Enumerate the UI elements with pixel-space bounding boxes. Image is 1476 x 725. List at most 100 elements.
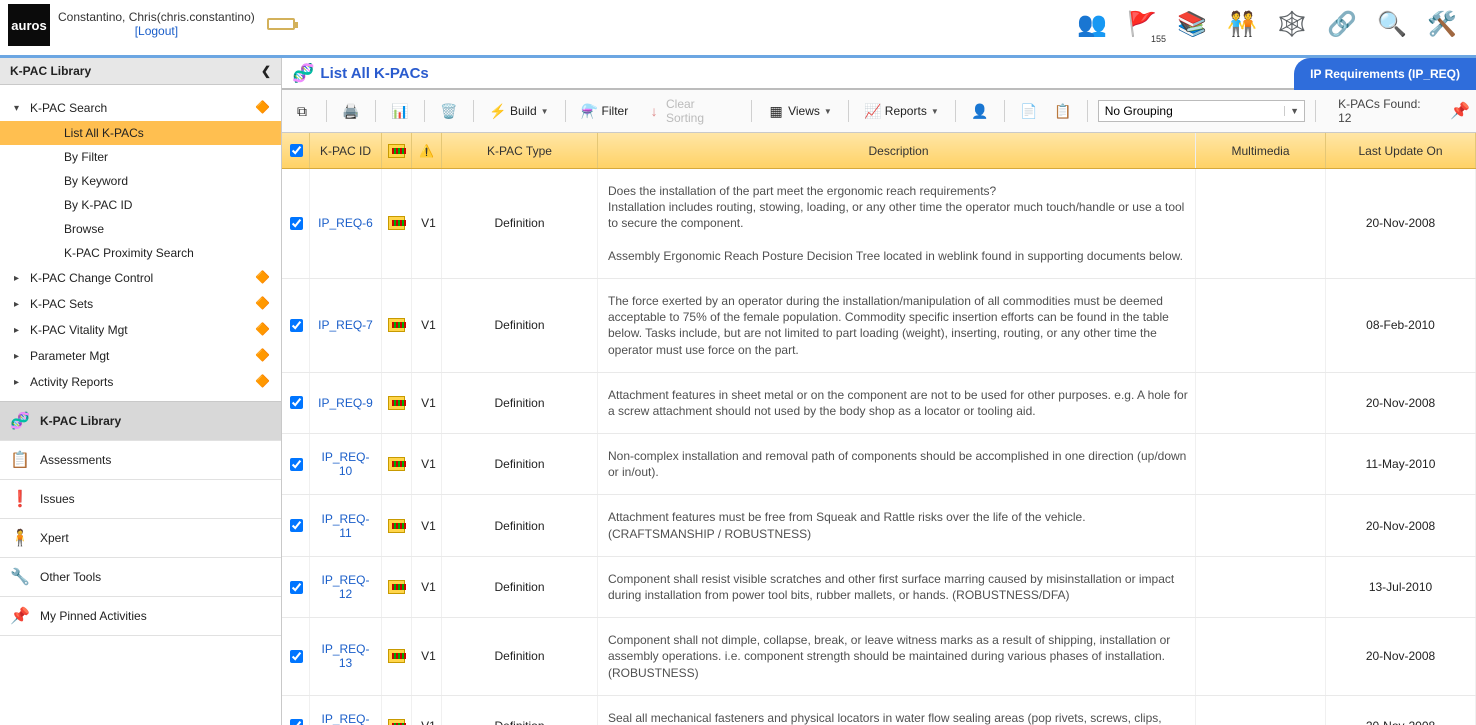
- tree-subitem[interactable]: By K-PAC ID: [0, 193, 281, 217]
- header-kpac-id[interactable]: K-PAC ID: [310, 133, 382, 168]
- row-checkbox[interactable]: [290, 458, 303, 471]
- person-button[interactable]: 👤: [966, 100, 994, 122]
- build-dropdown[interactable]: ⚡Build▼: [484, 100, 555, 122]
- kpac-id-link[interactable]: IP_REQ-7: [318, 318, 373, 332]
- module-item[interactable]: 📌My Pinned Activities: [0, 597, 281, 636]
- tree-item[interactable]: ▸K-PAC Vitality Mgt🔶: [0, 317, 281, 343]
- people-icon[interactable]: 👥: [1076, 8, 1108, 40]
- header-kpac-type[interactable]: K-PAC Type: [442, 133, 598, 168]
- kpac-id-link[interactable]: IP_REQ-11: [316, 512, 375, 540]
- tree-item[interactable]: ▸Parameter Mgt🔶: [0, 343, 281, 369]
- select-all-checkbox[interactable]: [290, 144, 303, 157]
- header-alert-icon[interactable]: ⚠️: [412, 133, 442, 168]
- delete-button[interactable]: 🗑️: [435, 100, 463, 122]
- filter-button[interactable]: ⚗️Filter: [576, 100, 635, 122]
- table-row[interactable]: IP_REQ-12 V1 Definition Component shall …: [282, 557, 1476, 618]
- table-row[interactable]: IP_REQ-10 V1 Definition Non-complex inst…: [282, 434, 1476, 495]
- share-icon[interactable]: 🔗: [1326, 8, 1358, 40]
- tree-subitem[interactable]: K-PAC Proximity Search: [0, 241, 281, 265]
- copy-button[interactable]: 📄: [1015, 100, 1043, 122]
- flag-icon[interactable]: 🚩155: [1126, 8, 1158, 40]
- row-checkbox-cell[interactable]: [282, 434, 310, 494]
- tree-subitem-label: Browse: [64, 222, 271, 236]
- tree-subitem[interactable]: By Filter: [0, 145, 281, 169]
- row-checkbox-cell[interactable]: [282, 373, 310, 433]
- grouping-caret-icon[interactable]: ▼: [1284, 106, 1304, 116]
- library-icon[interactable]: 📚: [1176, 8, 1208, 40]
- row-checkbox-cell[interactable]: [282, 618, 310, 695]
- globe-people-icon[interactable]: 🧑‍🤝‍🧑: [1226, 8, 1258, 40]
- module-item[interactable]: 🧬K-PAC Library: [0, 402, 281, 441]
- module-item[interactable]: 🧍Xpert: [0, 519, 281, 558]
- module-item[interactable]: ❗Issues: [0, 480, 281, 519]
- header-multimedia[interactable]: Multimedia: [1196, 133, 1326, 168]
- row-checkbox[interactable]: [290, 217, 303, 230]
- row-checkbox[interactable]: [290, 581, 303, 594]
- row-checkbox-cell[interactable]: [282, 495, 310, 555]
- reports-dropdown[interactable]: 📈Reports▼: [859, 100, 945, 122]
- grouping-value[interactable]: [1099, 104, 1284, 118]
- module-icon: ❗: [10, 489, 30, 509]
- header-description[interactable]: Description: [598, 133, 1196, 168]
- module-item[interactable]: 📋Assessments: [0, 441, 281, 480]
- views-dropdown[interactable]: ▦Views▼: [762, 100, 838, 122]
- row-checkbox[interactable]: [290, 319, 303, 332]
- row-checkbox-cell[interactable]: [282, 696, 310, 725]
- tree-subitem[interactable]: List All K-PACs: [0, 121, 281, 145]
- kpac-id-link[interactable]: IP_REQ-14: [316, 712, 375, 725]
- grouping-select[interactable]: ▼: [1098, 100, 1305, 122]
- row-checkbox-cell[interactable]: [282, 169, 310, 278]
- tools-icon[interactable]: 🛠️: [1426, 8, 1458, 40]
- tree-subitem[interactable]: By Keyword: [0, 169, 281, 193]
- tree-expander-icon[interactable]: ▸: [14, 377, 24, 388]
- table-row[interactable]: IP_REQ-13 V1 Definition Component shall …: [282, 618, 1476, 696]
- row-date-cell: 20-Nov-2008: [1326, 169, 1476, 278]
- tree-expander-icon[interactable]: ▸: [14, 299, 24, 310]
- export-excel-button[interactable]: 📊: [386, 100, 414, 122]
- pin-view-icon[interactable]: 📌: [1450, 101, 1470, 121]
- tree-expander-icon[interactable]: ▸: [14, 351, 24, 362]
- header-last-update[interactable]: Last Update On: [1326, 133, 1476, 168]
- header-vitality-icon[interactable]: [382, 133, 412, 168]
- description-text: Does the installation of the part meet t…: [608, 177, 1189, 270]
- header-checkbox-col[interactable]: [282, 133, 310, 168]
- table-row[interactable]: IP_REQ-6 V1 Definition Does the installa…: [282, 169, 1476, 279]
- kpac-id-link[interactable]: IP_REQ-12: [316, 573, 375, 601]
- table-row[interactable]: IP_REQ-14 V1 Definition Seal all mechani…: [282, 696, 1476, 725]
- tree-expander-icon[interactable]: ▸: [14, 325, 24, 336]
- tree-item[interactable]: ▾K-PAC Search🔶: [0, 95, 281, 121]
- row-description-cell: Non-complex installation and removal pat…: [598, 434, 1196, 494]
- tree-item[interactable]: ▸K-PAC Change Control🔶: [0, 265, 281, 291]
- row-checkbox[interactable]: [290, 719, 303, 725]
- collapse-sidebar-icon[interactable]: ❮: [261, 64, 271, 78]
- kpac-id-link[interactable]: IP_REQ-6: [318, 216, 373, 230]
- kpac-id-link[interactable]: IP_REQ-9: [318, 396, 373, 410]
- popout-button[interactable]: ⧉: [288, 100, 316, 122]
- kpac-id-link[interactable]: IP_REQ-13: [316, 642, 375, 670]
- tree-item[interactable]: ▸K-PAC Sets🔶: [0, 291, 281, 317]
- clear-sorting-button[interactable]: ↓Clear Sorting: [640, 94, 741, 128]
- module-icon: 🧍: [10, 528, 30, 548]
- module-item[interactable]: 🔧Other Tools: [0, 558, 281, 597]
- network-icon[interactable]: 🕸️: [1276, 8, 1308, 40]
- row-checkbox-cell[interactable]: [282, 557, 310, 617]
- table-row[interactable]: IP_REQ-9 V1 Definition Attachment featur…: [282, 373, 1476, 434]
- version-text: V1: [421, 719, 436, 725]
- battery-icon: [267, 18, 295, 30]
- tree-item[interactable]: ▸Activity Reports🔶: [0, 369, 281, 395]
- tree-expander-icon[interactable]: ▸: [14, 273, 24, 284]
- row-checkbox[interactable]: [290, 396, 303, 409]
- row-checkbox[interactable]: [290, 519, 303, 532]
- logout-link[interactable]: [Logout]: [58, 24, 255, 38]
- tree-subitem[interactable]: Browse: [0, 217, 281, 241]
- row-checkbox-cell[interactable]: [282, 279, 310, 372]
- module-icon: 📌: [10, 606, 30, 626]
- print-button[interactable]: 🖨️: [337, 100, 365, 122]
- table-row[interactable]: IP_REQ-11 V1 Definition Attachment featu…: [282, 495, 1476, 556]
- table-row[interactable]: IP_REQ-7 V1 Definition The force exerted…: [282, 279, 1476, 373]
- paste-button[interactable]: 📋: [1049, 100, 1077, 122]
- tree-expander-icon[interactable]: ▾: [14, 103, 24, 114]
- row-checkbox[interactable]: [290, 650, 303, 663]
- kpac-id-link[interactable]: IP_REQ-10: [316, 450, 375, 478]
- search-chart-icon[interactable]: 🔍: [1376, 8, 1408, 40]
